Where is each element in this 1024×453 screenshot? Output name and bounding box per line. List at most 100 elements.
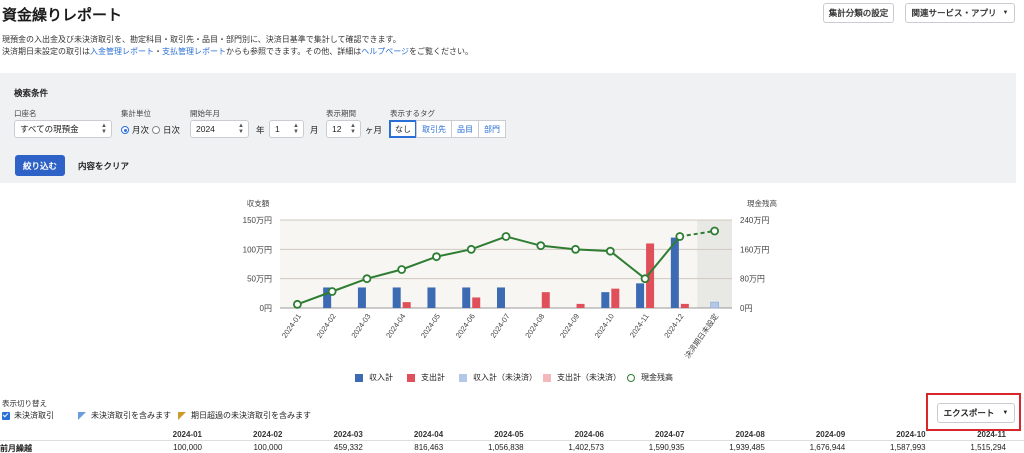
legend-note-overdue: 期日超過の未決済取引を含みます xyxy=(178,410,311,421)
table-cell: 1,590,935 xyxy=(648,443,685,452)
legend-item[interactable]: 現金残高 xyxy=(627,372,673,383)
radio-selected-icon xyxy=(121,126,129,134)
bar-income-unsettled xyxy=(710,301,719,309)
y-left-tick-label: 0円 xyxy=(260,304,272,313)
search-conditions-title: 検索条件 xyxy=(14,88,49,98)
legend-note-overdue-label: 期日超過の未決済取引を含みます xyxy=(191,411,311,420)
month-select[interactable]: 1 ▲ ▼ xyxy=(269,120,304,138)
cashflow-chart: 0円 50万円 100万円 150万円 0円 80万円 160万円 240万円 収支額 現金残高 2… xyxy=(0,190,1024,390)
unit-monthly-label: 月次 xyxy=(132,125,150,135)
x-tick-label: 2024-04 xyxy=(384,312,407,340)
unit-daily-label: 日次 xyxy=(163,125,181,135)
year-select-value: 2024 xyxy=(196,124,215,134)
legend-item[interactable]: 支出計（未決済） xyxy=(543,372,621,383)
table-cell: 100,000 xyxy=(253,443,283,452)
bar-expense xyxy=(680,303,689,308)
account-select[interactable]: すべての現預金 ▲ ▼ xyxy=(14,120,112,138)
legend-note-unsettled: 未決済取引を含みます xyxy=(78,410,171,421)
desc-text: ・ xyxy=(154,47,162,56)
legend-swatch xyxy=(543,373,551,382)
aggregation-settings-button[interactable]: 集計分類の設定 xyxy=(823,3,894,23)
x-tick-label: 2024-01 xyxy=(280,312,303,340)
x-tick-label: 2024-07 xyxy=(488,312,511,340)
select-caret-icon: ▲ ▼ xyxy=(238,123,244,135)
display-toggle-label: 表示切り替え xyxy=(2,399,47,408)
desc-text: からも参照できます。その他、詳細は xyxy=(226,47,362,56)
bar-income xyxy=(427,287,436,308)
table-cell: 100,000 xyxy=(173,443,202,452)
unsettled-checkbox-label: 未決済取引 xyxy=(14,411,54,420)
unit-monthly-radio[interactable]: 月次 xyxy=(121,124,149,136)
bar-income xyxy=(636,283,645,308)
balance-point xyxy=(432,252,441,262)
legend-item[interactable]: 支出計 xyxy=(407,372,445,383)
month-select-value: 1 xyxy=(275,124,280,134)
legend-circle-icon xyxy=(627,373,635,382)
period-select-value: 12 xyxy=(332,124,342,134)
bar-expense xyxy=(541,292,550,308)
column-header: 2024-04 xyxy=(413,430,444,439)
overdue-marker-icon xyxy=(178,411,186,420)
balance-point xyxy=(466,244,476,254)
legend-label: 支出計（未決済） xyxy=(557,373,621,382)
year-unit: 年 xyxy=(256,125,265,135)
tag-partner[interactable]: 取引先 xyxy=(416,120,452,138)
radio-icon xyxy=(152,126,160,134)
balance-point xyxy=(571,244,580,254)
desc-text: をご覧ください。 xyxy=(409,47,474,56)
tag-item[interactable]: 品目 xyxy=(451,120,479,138)
legend-label: 現金残高 xyxy=(641,373,673,382)
row-label: 前月繰越 xyxy=(0,444,32,453)
select-caret-icon: ▲ ▼ xyxy=(101,123,107,135)
column-header: 2024-06 xyxy=(574,430,604,439)
legend-item[interactable]: 収入計 xyxy=(355,372,393,383)
x-tick-label: 2024-10 xyxy=(593,312,616,340)
balance-point xyxy=(640,274,650,284)
help-page-link[interactable]: ヘルプページ xyxy=(361,47,409,56)
table-row: 前月繰越 100,000 100,000 459,332 816,463 1,056,8… xyxy=(0,441,1024,453)
balance-point xyxy=(675,232,685,241)
legend-item[interactable]: 収入計（未決済） xyxy=(459,372,537,383)
x-tick-label: 決済期日未設定 xyxy=(682,311,721,360)
unsettled-checkbox[interactable]: 未決済取引 xyxy=(2,410,54,421)
column-header: 2024-11 xyxy=(977,430,1006,439)
bar-expense xyxy=(402,302,411,308)
x-tick-label: 2024-05 xyxy=(419,312,442,340)
unit-daily-radio[interactable]: 日次 xyxy=(152,124,180,136)
column-header: 2024-10 xyxy=(896,430,926,439)
select-caret-icon: ▲ ▼ xyxy=(293,123,299,135)
tag-department[interactable]: 部門 xyxy=(478,120,506,138)
bar-income xyxy=(497,287,505,308)
receivables-report-link[interactable]: 入金管理レポート xyxy=(90,47,154,56)
y-left-axis-title: 収支額 xyxy=(247,198,270,208)
payables-report-link[interactable]: 支払管理レポート xyxy=(162,47,226,56)
year-select[interactable]: 2024 ▲ ▼ xyxy=(190,120,249,138)
y-right-tick-label: 240万円 xyxy=(740,216,769,225)
tag-none[interactable]: なし xyxy=(389,120,417,138)
bar-income xyxy=(601,292,610,308)
chevron-down-icon: ▼ xyxy=(1002,10,1009,16)
start-month-label: 開始年月 xyxy=(190,109,220,118)
x-tick-label: 2024-12 xyxy=(662,312,685,340)
select-caret-icon: ▲ ▼ xyxy=(350,123,356,135)
table-cell: 1,587,993 xyxy=(890,443,926,452)
table-cell: 1,515,294 xyxy=(970,443,1006,452)
balance-point xyxy=(536,241,546,251)
account-select-value: すべての現預金 xyxy=(20,124,79,134)
chart-canvas: 0円 50万円 100万円 150万円 0円 80万円 160万円 240万円 収支額 現金残高 2… xyxy=(243,198,778,360)
legend-swatch xyxy=(407,373,415,382)
balance-point xyxy=(362,274,372,284)
related-services-button[interactable]: 関連サービス・アプリ ▼ xyxy=(905,3,1015,23)
period-select[interactable]: 12 ▲ ▼ xyxy=(326,120,361,138)
account-label: 口座名 xyxy=(14,109,37,118)
column-header: 2024-09 xyxy=(815,430,846,439)
apply-filter-button[interactable]: 絞り込む xyxy=(15,155,65,176)
clear-filter-button[interactable]: 内容をクリア xyxy=(78,160,129,172)
month-unit: 月 xyxy=(310,125,319,135)
column-header: 2024-03 xyxy=(333,430,363,439)
legend-label: 収入計 xyxy=(369,373,393,382)
legend-swatch xyxy=(355,373,363,382)
balance-point xyxy=(292,299,302,309)
y-right-tick-label: 160万円 xyxy=(740,245,769,254)
bar-income xyxy=(670,237,679,308)
